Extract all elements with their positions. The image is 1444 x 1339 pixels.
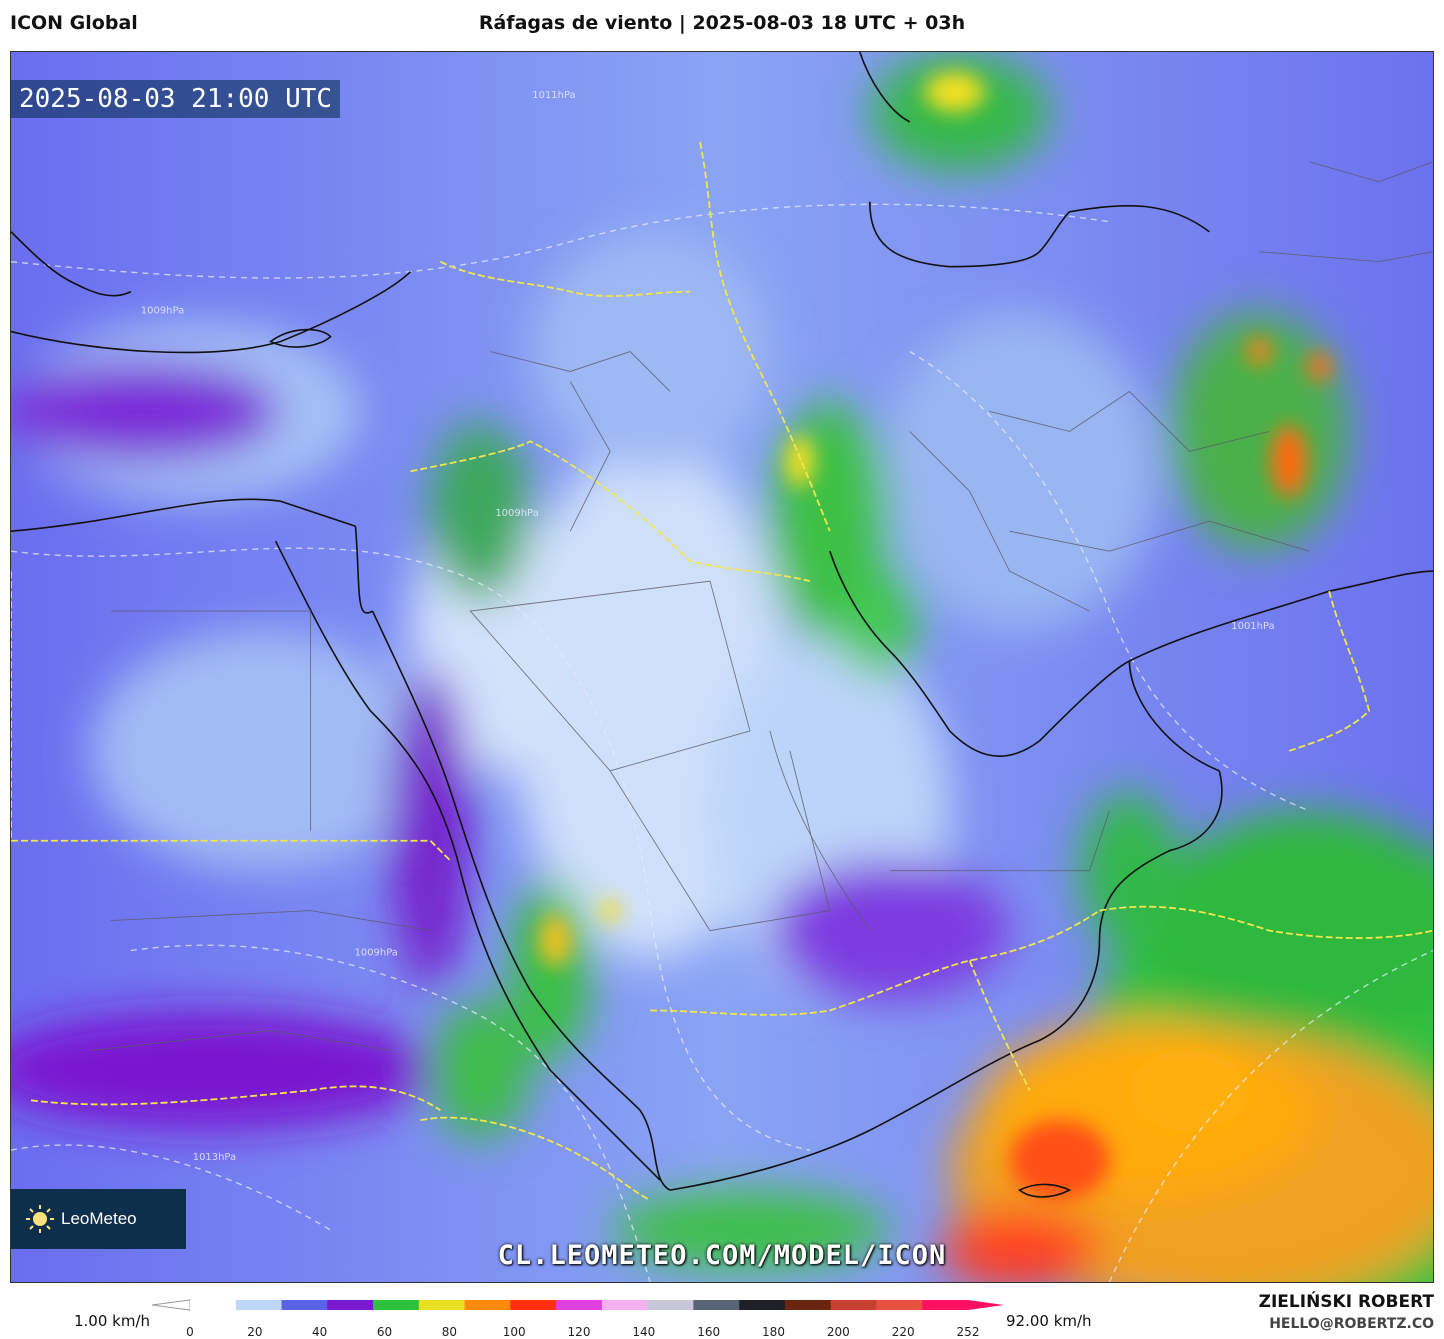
colorbar-segment [693, 1300, 740, 1310]
pressure-label: 1001hPa [1231, 621, 1274, 632]
colorbar-tick-label: 60 [377, 1325, 392, 1339]
colorbar-tick-label: 160 [697, 1325, 720, 1339]
colorbar-tick-label: 220 [892, 1325, 915, 1339]
chart-title: Ráfagas de viento | 2025-08-03 18 UTC + … [478, 12, 966, 34]
watermark-url: CL.LEOMETEO.COM/MODEL/ICON [497, 1240, 947, 1271]
colorbar-segment [281, 1300, 328, 1310]
pressure-label: 1009hPa [355, 948, 398, 959]
colorbar: 0 20 40 60 80 100 120 140 160 180 200 220 252 [151, 1299, 1004, 1339]
legend-max-label: 92.00 km/h [1006, 1312, 1092, 1330]
colorbar-segment [235, 1300, 283, 1310]
colorbar-segment [556, 1300, 603, 1310]
colorbar-segment [418, 1300, 466, 1310]
map-canvas: 1011hPa 1009hPa 1009hPa 1009hPa 1013hPa … [11, 52, 1433, 1282]
colorbar-segment [922, 1300, 969, 1310]
colorbar-tick-label: 180 [762, 1325, 785, 1339]
colorbar-tick-label: 100 [503, 1325, 526, 1339]
colorbar-segment [601, 1300, 649, 1310]
colorbar-segment [876, 1300, 923, 1310]
wind-gust-map: 1011hPa 1009hPa 1009hPa 1009hPa 1013hPa … [10, 51, 1434, 1283]
colorbar-tick-label: 40 [312, 1325, 327, 1339]
colorbar-segment [830, 1300, 877, 1310]
colorbar-segment [647, 1300, 694, 1310]
colorbar-tick-label: 0 [186, 1325, 194, 1339]
colorbar-segment [464, 1300, 511, 1310]
colorbar-segment [190, 1300, 237, 1310]
pressure-label: 1009hPa [141, 306, 184, 317]
colorbar-tick-label: 200 [827, 1325, 850, 1339]
colorbar-tick-label: 20 [247, 1325, 262, 1339]
color-legend: 0 20 40 60 80 100 120 140 160 180 200 220 252 1.00 k… [0, 1290, 1444, 1339]
sun-icon [26, 1205, 54, 1233]
pressure-label: 1011hPa [532, 90, 575, 101]
legend-min-label: 1.00 km/h [74, 1312, 151, 1330]
colorbar-tick-label: 140 [632, 1325, 655, 1339]
colorbar-segment [373, 1300, 420, 1310]
colorbar-max-arrow [968, 1300, 1004, 1310]
colorbar-segment [739, 1300, 786, 1310]
author-name: ZIELIŃSKI ROBERT [1258, 1292, 1434, 1312]
pressure-label: 1009hPa [495, 508, 538, 519]
logo-text: LeoMeteo [61, 1209, 137, 1228]
colorbar-tick-label: 252 [957, 1325, 980, 1339]
author-email: HELLO@ROBERTZ.CO [1269, 1316, 1434, 1332]
colorbar-segment [784, 1300, 832, 1310]
pressure-label: 1013hPa [193, 1152, 236, 1163]
colorbar-min-arrow [151, 1299, 191, 1311]
colorbar-tick-label: 80 [442, 1325, 457, 1339]
colorbar-segment [510, 1300, 557, 1310]
colorbar-segment [327, 1300, 374, 1310]
colorbar-tick-label: 120 [568, 1325, 591, 1339]
valid-time-badge: 2025-08-03 21:00 UTC [11, 80, 341, 118]
